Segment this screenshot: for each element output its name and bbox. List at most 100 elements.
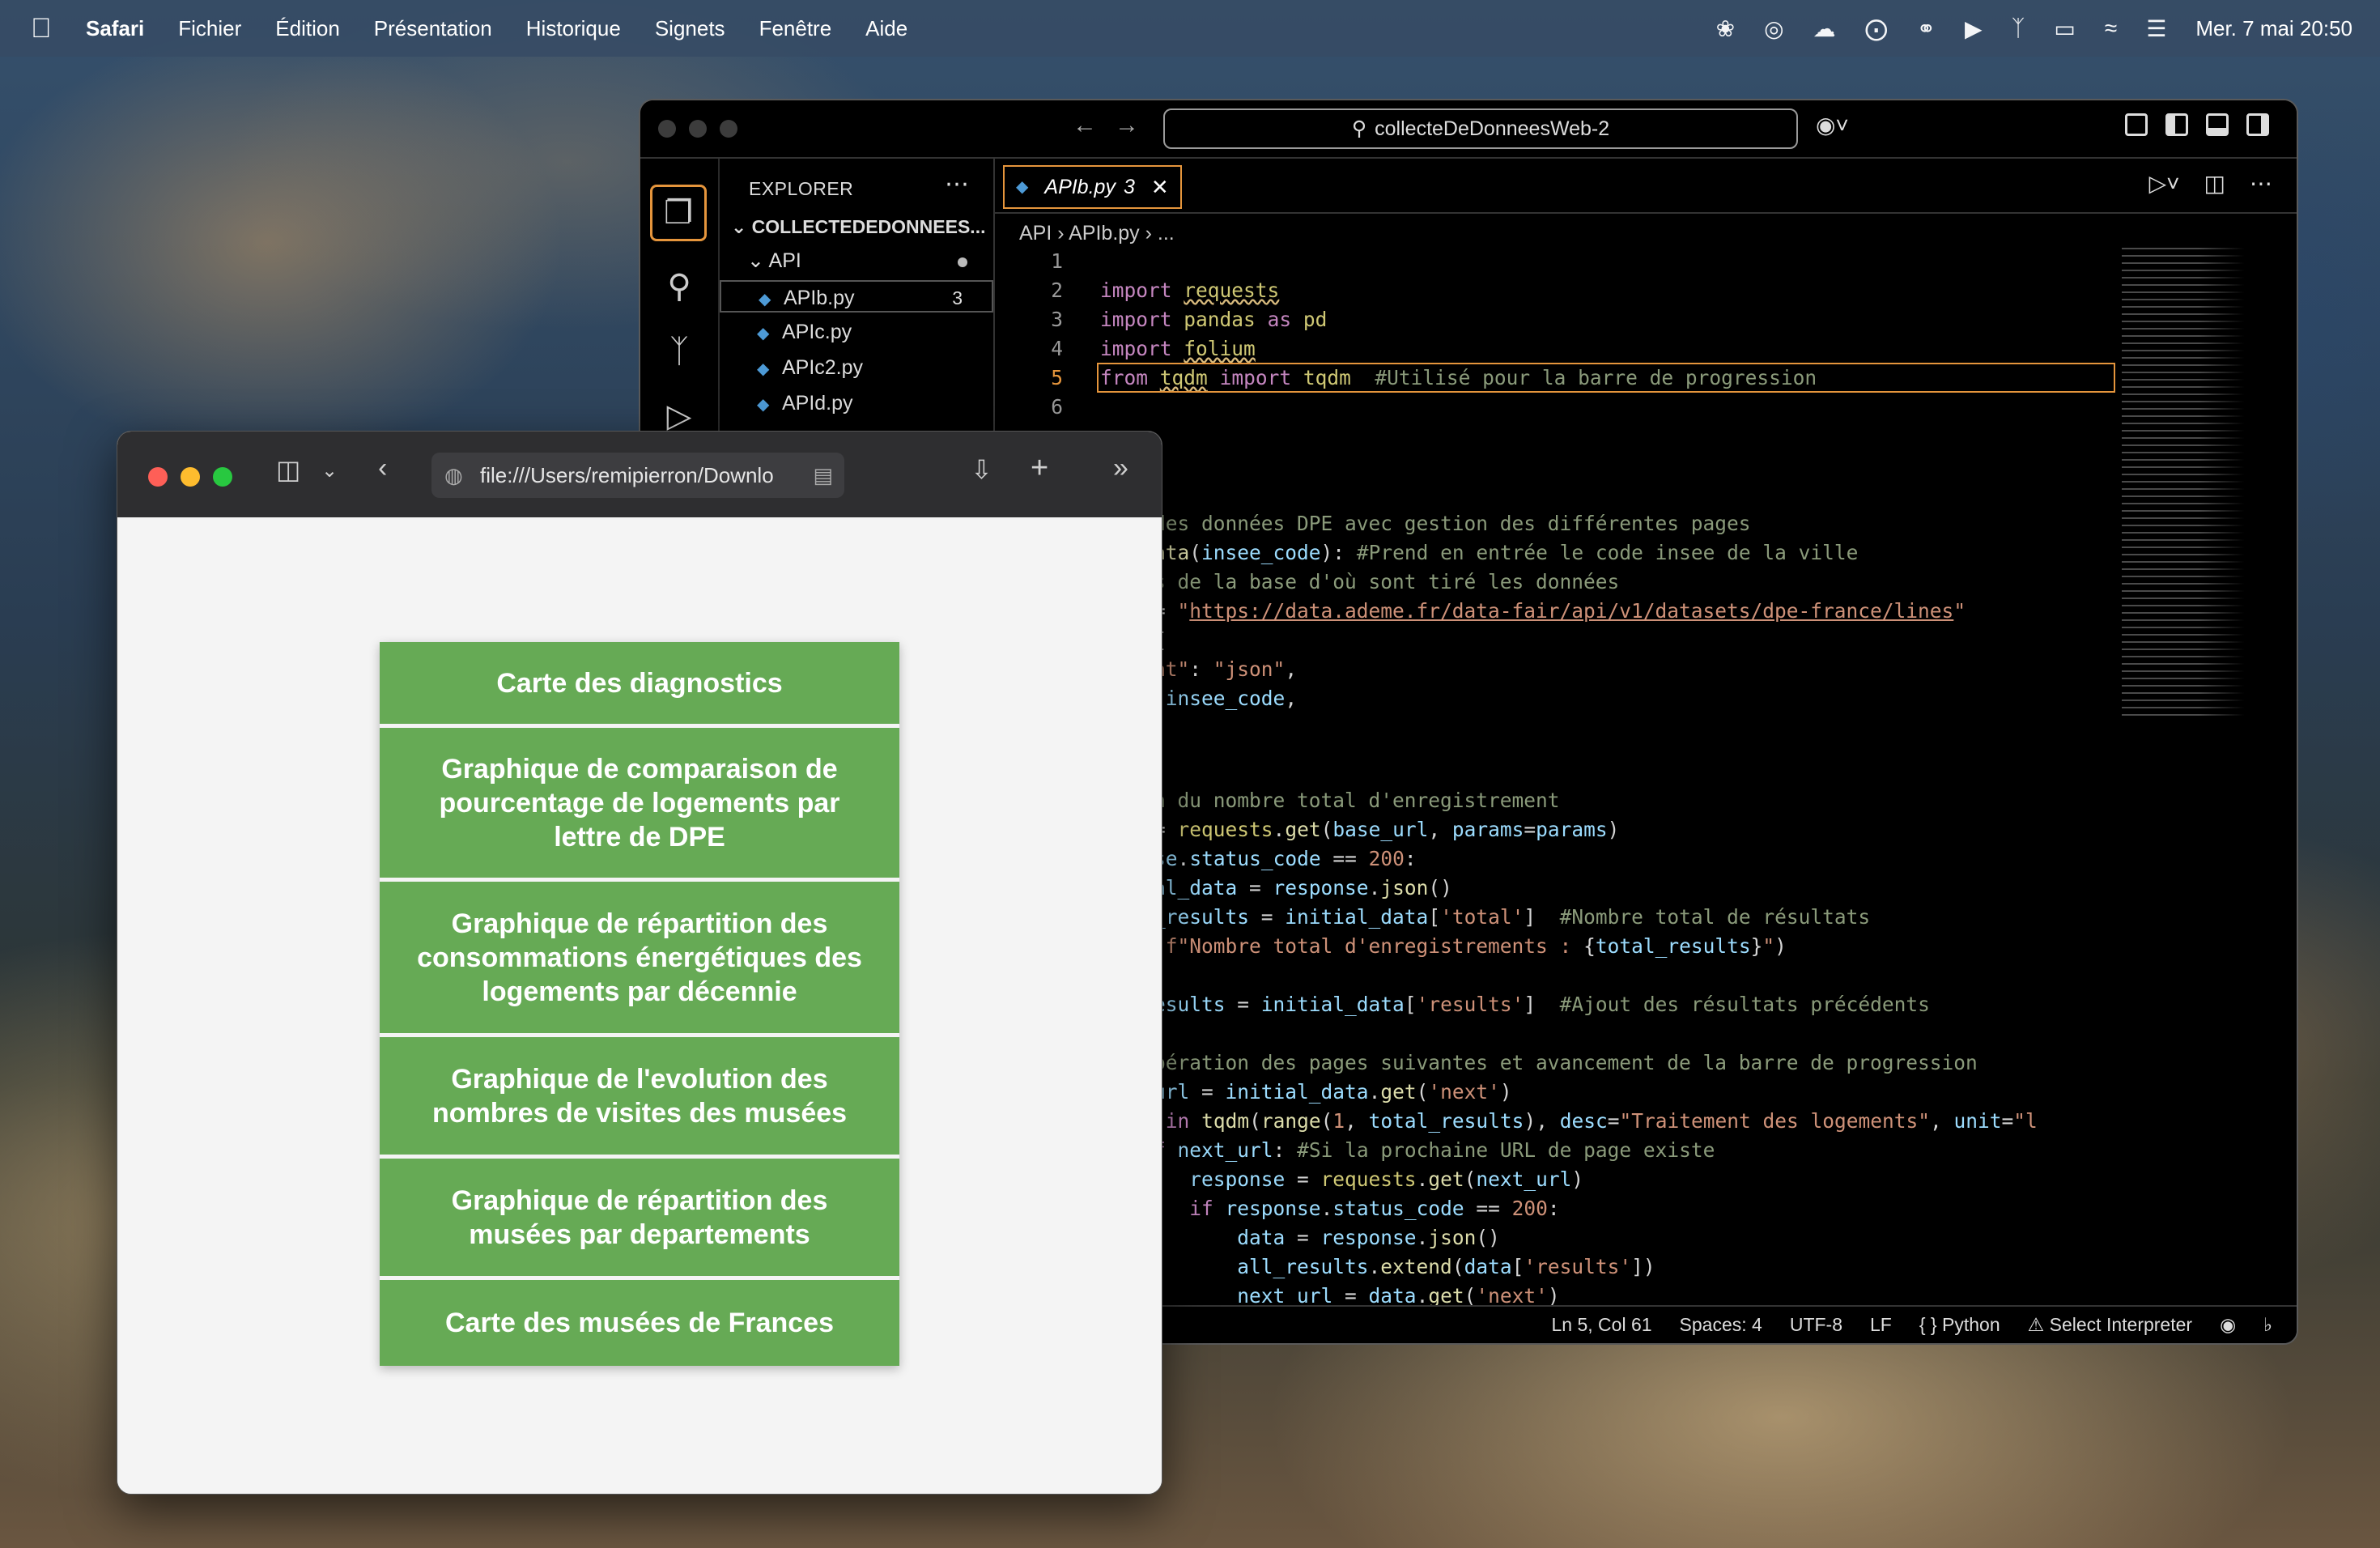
- python-file-icon: ◆: [757, 396, 770, 414]
- toggle-panel-icon[interactable]: [2206, 113, 2229, 136]
- copilot-status-icon[interactable]: ◉: [2220, 1314, 2236, 1336]
- code-line: import folium: [1100, 337, 1256, 360]
- openai-icon[interactable]: ❀: [1716, 15, 1735, 42]
- workspace-root[interactable]: ⌄ COLLECTEDEDONNEES...: [720, 211, 993, 243]
- folder-api[interactable]: ⌄ API: [720, 245, 993, 277]
- menu-fenetre[interactable]: Fenêtre: [759, 16, 832, 41]
- python-file-icon: ◆: [1016, 178, 1029, 196]
- control-center-icon[interactable]: ☰: [2146, 15, 2166, 42]
- language-label: Python: [1942, 1314, 2000, 1335]
- code-line: ase_url = "https://data.ademe.fr/data-fa…: [1058, 599, 1966, 623]
- select-interpreter[interactable]: ⚠ Select Interpreter: [2028, 1314, 2192, 1336]
- search-view-icon[interactable]: ⚲: [657, 264, 702, 309]
- breadcrumb[interactable]: API › APIb.py › ...: [1019, 222, 1175, 245]
- battery-icon[interactable]: ▭: [2054, 15, 2075, 42]
- line-number: 2: [1051, 279, 1063, 302]
- minimap[interactable]: [2122, 248, 2276, 717]
- bluetooth-icon[interactable]: ᛉ: [2012, 15, 2025, 41]
- apple-icon[interactable]: : [31, 15, 58, 42]
- address-bar[interactable]: ◍ file:///Users/remipierron/Downlo ▤: [431, 453, 844, 498]
- editor-area: ◆ APIb.py 3 ✕ ▷˅ ◫ ⋯ API › APIb.py › ...…: [995, 159, 2297, 1343]
- menu-clock[interactable]: Mer. 7 mai 20:50: [2195, 16, 2352, 41]
- explorer-icon[interactable]: ❐: [650, 185, 707, 241]
- chevron-down-icon: ⌄: [731, 216, 747, 237]
- chevron-down-icon[interactable]: ⌄: [321, 459, 338, 483]
- customize-layout-icon[interactable]: [2125, 113, 2148, 136]
- run-icon[interactable]: ▷˅: [2149, 170, 2180, 197]
- code-line: all_results = initial_data['results'] #A…: [1094, 993, 1930, 1016]
- carte-diagnostics-button[interactable]: Carte des diagnostics: [380, 642, 899, 728]
- file-item-apib[interactable]: ◆ APIb.py 3: [720, 280, 993, 313]
- warning-icon: ⚠: [2027, 1314, 2045, 1335]
- new-tab-icon[interactable]: +: [1031, 451, 1048, 486]
- menu-signets[interactable]: Signets: [655, 16, 725, 41]
- zoom-button[interactable]: [213, 467, 232, 487]
- play-circle-icon[interactable]: ▶: [1965, 15, 1983, 42]
- bell-icon[interactable]: ♭: [2263, 1314, 2272, 1336]
- zoom-button[interactable]: [720, 120, 737, 138]
- code-line: for _ in tqdm(range(1, total_results), d…: [1094, 1109, 2038, 1133]
- page-content: Carte des diagnostics Graphique de compa…: [117, 517, 1162, 1494]
- language-mode[interactable]: { } Python: [1919, 1314, 2000, 1336]
- graphique-visites-musees-button[interactable]: Graphique de l'evolution des nombres de …: [380, 1037, 899, 1159]
- line-number: 3: [1051, 308, 1063, 331]
- forward-arrow-icon[interactable]: →: [1115, 112, 1139, 139]
- more-actions-icon[interactable]: ⋯: [945, 170, 969, 198]
- workspace-root-label: COLLECTEDEDONNEES...: [751, 216, 986, 237]
- cloud-icon[interactable]: ☁: [1813, 15, 1836, 42]
- menu-historique[interactable]: Historique: [526, 16, 621, 41]
- split-editor-icon[interactable]: ◫: [2204, 170, 2225, 197]
- sidebar-icon[interactable]: ◫: [276, 454, 300, 485]
- target-icon[interactable]: ◎: [1764, 15, 1783, 42]
- close-button[interactable]: [658, 120, 676, 138]
- wifi-icon[interactable]: ≈: [2105, 15, 2117, 41]
- search-icon: ⚲: [1351, 117, 1367, 140]
- safari-window: ◫ ⌄ ‹ ◍ file:///Users/remipierron/Downlo…: [117, 431, 1162, 1495]
- carte-musees-button[interactable]: Carte des musées de Frances: [380, 1280, 899, 1366]
- interpreter-label: Select Interpreter: [2049, 1314, 2193, 1335]
- file-item-apic2[interactable]: ◆ APIc2.py: [720, 351, 993, 384]
- graphique-comparaison-dpe-button[interactable]: Graphique de comparaison de pourcentage …: [380, 728, 899, 882]
- tab-apib[interactable]: ◆ APIb.py 3 ✕: [1003, 165, 1182, 209]
- menu-edition[interactable]: Édition: [275, 16, 340, 41]
- toggle-secondary-sidebar-icon[interactable]: [2246, 113, 2269, 136]
- cursor-position[interactable]: Ln 5, Col 61: [1552, 1314, 1652, 1336]
- close-button[interactable]: [148, 467, 168, 487]
- tab-overview-icon[interactable]: »: [1113, 453, 1128, 484]
- folder-api-label: API: [768, 249, 801, 272]
- copilot-icon[interactable]: ◉˅: [1816, 112, 1849, 138]
- file-item-apic[interactable]: ◆ APIc.py: [720, 316, 993, 348]
- code-line: total_results = initial_data['total'] #N…: [1094, 905, 1871, 929]
- file-item-apid[interactable]: ◆ APId.py: [720, 387, 993, 419]
- encoding[interactable]: UTF-8: [1790, 1314, 1842, 1336]
- back-icon[interactable]: ‹: [378, 453, 387, 484]
- menu-presentation[interactable]: Présentation: [374, 16, 492, 41]
- more-actions-icon[interactable]: ⋯: [2250, 170, 2272, 197]
- editor-tabbar: ◆ APIb.py 3 ✕ ▷˅ ◫ ⋯: [995, 159, 2297, 214]
- graphique-musees-departements-button[interactable]: Graphique de répartition des musées par …: [380, 1159, 899, 1280]
- graphique-consommations-decennie-button[interactable]: Graphique de répartition des consommatio…: [380, 882, 899, 1037]
- download-icon[interactable]: ⇩: [971, 454, 992, 485]
- braces-icon: { }: [1919, 1314, 1937, 1335]
- minimize-button[interactable]: [689, 120, 707, 138]
- command-center-search[interactable]: ⚲ collecteDeDonneesWeb-2: [1163, 108, 1798, 149]
- reader-icon[interactable]: ▤: [813, 453, 833, 498]
- safari-toolbar: ◫ ⌄ ‹ ◍ file:///Users/remipierron/Downlo…: [117, 432, 1162, 517]
- python-file-icon: ◆: [757, 325, 770, 342]
- code-editor[interactable]: 1 2 3 4 5 6 import requests import panda…: [995, 249, 2120, 1318]
- close-icon[interactable]: ✕: [1151, 167, 1169, 207]
- end-of-line[interactable]: LF: [1870, 1314, 1892, 1336]
- menu-fichier[interactable]: Fichier: [178, 16, 241, 41]
- toggle-sidebar-icon[interactable]: [2165, 113, 2188, 136]
- search-label: collecteDeDonneesWeb-2: [1375, 117, 1610, 140]
- indentation[interactable]: Spaces: 4: [1680, 1314, 1762, 1336]
- menu-app-name[interactable]: Safari: [86, 16, 144, 41]
- minimize-button[interactable]: [181, 467, 200, 487]
- tab-badge: 3: [1123, 176, 1135, 198]
- back-arrow-icon[interactable]: ←: [1073, 112, 1097, 139]
- file-name: APIc2.py: [781, 356, 864, 379]
- compass-icon[interactable]: ⨀: [1865, 15, 1888, 42]
- source-control-icon[interactable]: ᛉ: [657, 329, 702, 374]
- headphones-icon[interactable]: ⚭: [1917, 15, 1936, 42]
- menu-aide[interactable]: Aide: [865, 16, 907, 41]
